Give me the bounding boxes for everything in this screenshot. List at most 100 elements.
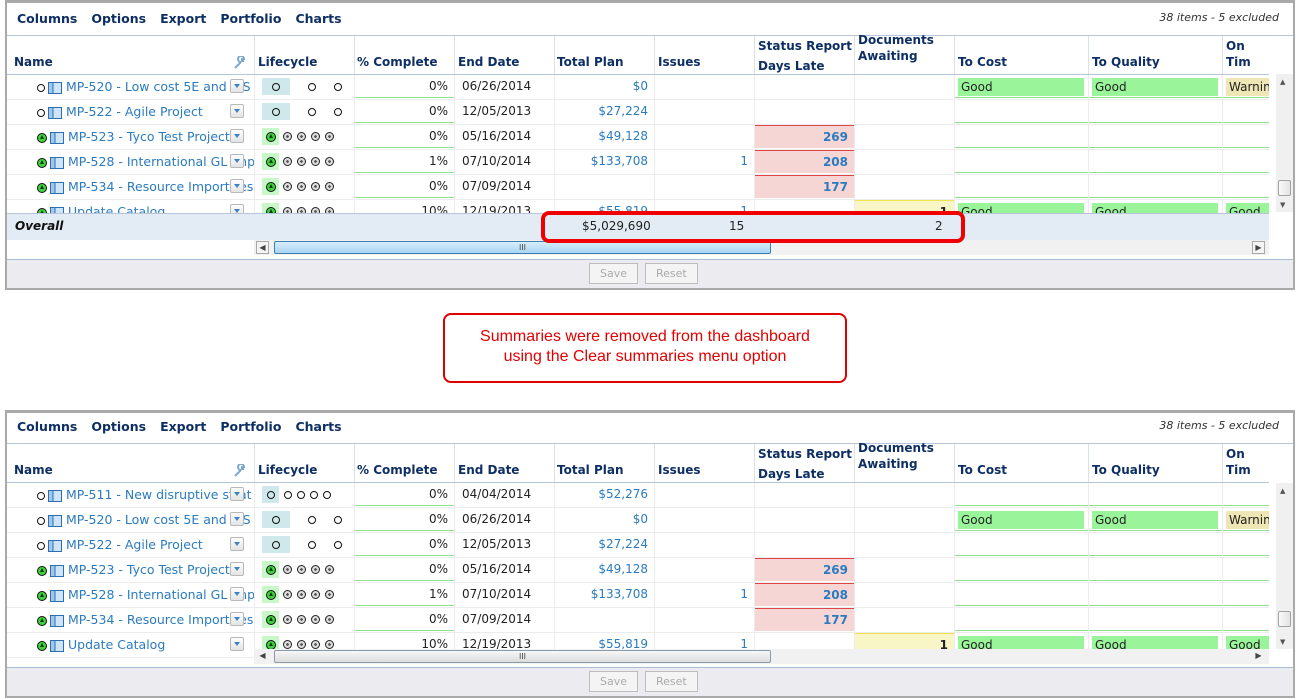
menu-charts[interactable]: Charts (295, 11, 341, 26)
table-row[interactable]: MP-523 - Tyco Test Project 0% 05/16/2014 $4… (7, 125, 1269, 150)
save-button[interactable]: Save (589, 671, 639, 692)
column-header-total-plan[interactable]: Total Plan (557, 462, 624, 478)
row-menu-dropdown-icon[interactable] (230, 612, 244, 626)
row-menu-dropdown-icon[interactable] (230, 129, 244, 143)
scroll-down-icon[interactable]: ▼ (1280, 201, 1285, 209)
menu-export[interactable]: Export (160, 11, 206, 26)
table-row[interactable]: MP-528 - International GL Imp 1% 07/10/201… (7, 150, 1269, 175)
column-header-total-plan[interactable]: Total Plan (557, 54, 624, 70)
scroll-left-icon[interactable]: ◀ (256, 241, 269, 254)
row-menu-dropdown-icon[interactable] (230, 587, 244, 601)
table-row[interactable]: MP-522 - Agile Project 0% 12/05/2013 $27,22… (7, 533, 1269, 558)
scroll-down-icon[interactable]: ▼ (1280, 638, 1285, 646)
row-menu-dropdown-icon[interactable] (230, 154, 244, 168)
vertical-scrollbar-thumb[interactable] (1278, 180, 1291, 196)
column-divider (1222, 444, 1223, 482)
cell-divider (1222, 558, 1223, 582)
column-header-to-cost[interactable]: To Cost (958, 462, 1007, 478)
vertical-scrollbar[interactable]: ▲ ▼ (1276, 483, 1293, 649)
column-header-issues[interactable]: Issues (658, 54, 701, 70)
column-divider (454, 444, 455, 482)
table-row[interactable]: MP-522 - Agile Project 0% 12/05/2013 $27,22… (7, 100, 1269, 125)
column-header-to-cost[interactable]: To Cost (958, 54, 1007, 70)
menu-charts[interactable]: Charts (295, 419, 341, 434)
project-link[interactable]: MP-534 - Resource Import Tes (68, 612, 253, 627)
reset-button[interactable]: Reset (645, 263, 698, 284)
column-header-pct-complete[interactable]: % Complete (357, 54, 437, 70)
column-divider (854, 444, 855, 482)
column-header-end-date[interactable]: End Date (458, 54, 519, 70)
project-link[interactable]: MP-523 - Tyco Test Project (68, 129, 230, 144)
project-link[interactable]: MP-520 - Low cost 5E and 6 S (66, 79, 251, 94)
reset-button[interactable]: Reset (645, 671, 698, 692)
column-header-pct-complete[interactable]: % Complete (357, 462, 437, 478)
column-header-to-quality[interactable]: To Quality (1092, 54, 1160, 70)
total-plan-cell (554, 175, 654, 198)
column-header-on-time[interactable]: On Tim (1226, 38, 1269, 70)
vertical-scrollbar-thumb[interactable] (1278, 611, 1291, 627)
column-header-on-time[interactable]: On Tim (1226, 446, 1269, 478)
scroll-right-icon[interactable]: ▶ (1252, 241, 1265, 254)
column-header-documents-awaiting[interactable]: Documents Awaiting (858, 32, 934, 64)
column-header-status-report-days-late[interactable]: Status Report Days Late (758, 446, 852, 482)
project-link[interactable]: MP-520 - Low cost 5E and 6 S (66, 512, 251, 527)
column-header-lifecycle[interactable]: Lifecycle (258, 462, 317, 478)
vertical-scrollbar[interactable]: ▲ ▼ (1276, 74, 1293, 212)
scroll-up-icon[interactable]: ▲ (1280, 78, 1285, 86)
row-menu-dropdown-icon[interactable] (230, 79, 244, 93)
column-settings-wrench-icon[interactable] (233, 55, 246, 69)
scroll-right-icon[interactable]: ▶ (1252, 650, 1265, 663)
menu-export[interactable]: Export (160, 419, 206, 434)
horizontal-scrollbar[interactable]: ◀ III ▶ (254, 649, 1269, 664)
scroll-up-icon[interactable]: ▲ (1280, 487, 1285, 495)
menu-columns[interactable]: Columns (17, 11, 77, 26)
lifecycle-stage-active-icon (265, 156, 276, 167)
project-link[interactable]: MP-534 - Resource Import Tes (68, 179, 253, 194)
row-menu-dropdown-icon[interactable] (230, 562, 244, 576)
menu-portfolio[interactable]: Portfolio (220, 11, 281, 26)
menu-options[interactable]: Options (91, 419, 146, 434)
table-row[interactable]: MP-520 - Low cost 5E and 6 S 0% 06/26/2014… (7, 508, 1269, 533)
save-button[interactable]: Save (589, 263, 639, 284)
column-header-name[interactable]: Name (14, 54, 53, 70)
project-link[interactable]: Update Catalog (68, 637, 165, 652)
toolbar: Columns Options Export Portfolio Charts … (7, 413, 1293, 444)
cell-divider (254, 583, 255, 607)
table-row[interactable]: MP-511 - New disruptive strat 0% 04/04/201… (7, 483, 1269, 508)
table-row[interactable]: MP-534 - Resource Import Tes 0% 07/09/2014… (7, 608, 1269, 633)
cell-divider (254, 558, 255, 582)
project-link[interactable]: MP-528 - International GL Imp (68, 154, 254, 169)
row-menu-dropdown-icon[interactable] (230, 537, 244, 551)
column-header-to-quality[interactable]: To Quality (1092, 462, 1160, 478)
column-settings-wrench-icon[interactable] (233, 463, 246, 477)
column-divider (1088, 444, 1089, 482)
column-header-status-report-days-late[interactable]: Status Report Days Late (758, 38, 852, 74)
project-link[interactable]: MP-522 - Agile Project (66, 104, 203, 119)
column-header-name[interactable]: Name (14, 462, 53, 478)
project-link[interactable]: MP-523 - Tyco Test Project (68, 562, 230, 577)
row-menu-dropdown-icon[interactable] (230, 512, 244, 526)
issues-cell (654, 533, 754, 556)
row-menu-dropdown-icon[interactable] (230, 487, 244, 501)
total-plan-cell: $27,224 (598, 104, 648, 118)
column-header-lifecycle[interactable]: Lifecycle (258, 54, 317, 70)
row-menu-dropdown-icon[interactable] (230, 104, 244, 118)
table-row[interactable]: MP-523 - Tyco Test Project 0% 05/16/2014 $4… (7, 558, 1269, 583)
table-row[interactable]: MP-528 - International GL Imp 1% 07/10/201… (7, 583, 1269, 608)
menu-options[interactable]: Options (91, 11, 146, 26)
column-header-issues[interactable]: Issues (658, 462, 701, 478)
project-link[interactable]: MP-511 - New disruptive strat (66, 487, 252, 502)
column-header-documents-awaiting[interactable]: Documents Awaiting (858, 440, 934, 472)
project-link[interactable]: MP-528 - International GL Imp (68, 587, 254, 602)
column-header-end-date[interactable]: End Date (458, 462, 519, 478)
column-divider (1222, 36, 1223, 74)
table-row[interactable]: MP-520 - Low cost 5E and 6 S 0% 06/26/2014… (7, 75, 1269, 100)
table-row[interactable]: MP-534 - Resource Import Tes 0% 07/09/2014… (7, 175, 1269, 200)
menu-columns[interactable]: Columns (17, 419, 77, 434)
project-link[interactable]: MP-522 - Agile Project (66, 537, 203, 552)
menu-portfolio[interactable]: Portfolio (220, 419, 281, 434)
scrollbar-thumb[interactable]: III (274, 650, 771, 663)
scroll-left-icon[interactable]: ◀ (256, 650, 269, 663)
row-menu-dropdown-icon[interactable] (230, 179, 244, 193)
row-menu-dropdown-icon[interactable] (230, 637, 244, 651)
